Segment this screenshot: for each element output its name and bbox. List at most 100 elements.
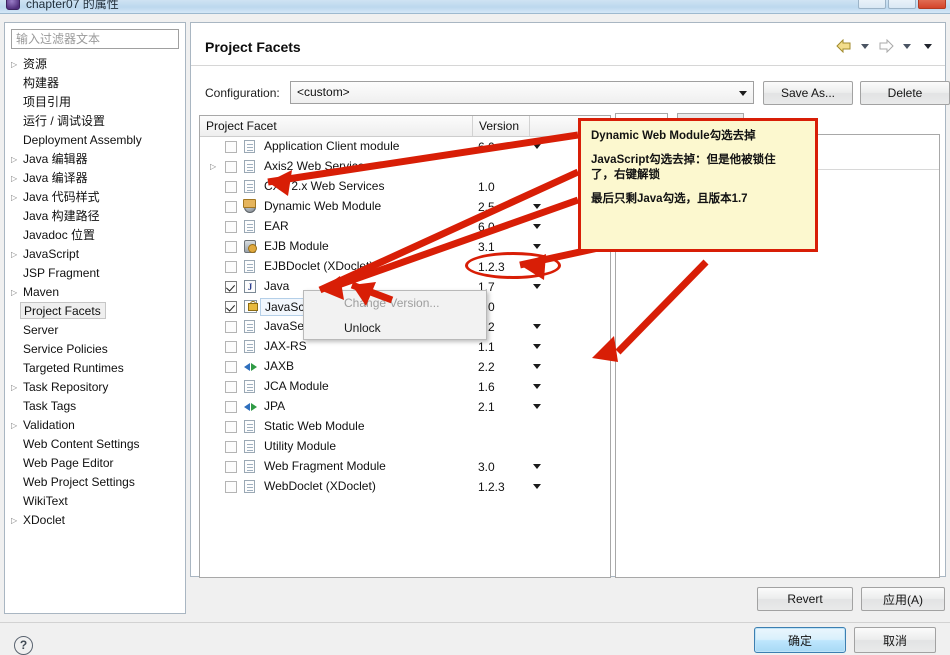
window-controls[interactable] bbox=[858, 0, 946, 9]
facet-name-cell[interactable]: Axis2 Web Services bbox=[260, 158, 374, 176]
facet-checkbox[interactable] bbox=[225, 261, 237, 273]
expand-arrow-icon[interactable]: ▷ bbox=[11, 169, 20, 188]
sidebar-item-web-project-settings[interactable]: Web Project Settings bbox=[5, 473, 185, 492]
sidebar-item-xdoclet[interactable]: ▷ XDoclet bbox=[5, 511, 185, 530]
expand-arrow-icon[interactable]: ▷ bbox=[11, 416, 20, 435]
facet-name-cell[interactable]: JCA Module bbox=[260, 378, 333, 396]
facet-checkbox[interactable] bbox=[225, 361, 237, 373]
expand-arrow-icon[interactable]: ▷ bbox=[11, 55, 20, 74]
page-nav-icons[interactable] bbox=[835, 37, 937, 55]
facet-checkbox[interactable] bbox=[225, 221, 237, 233]
facet-name-cell[interactable]: Application Client module bbox=[260, 138, 403, 156]
facet-name-cell[interactable]: JavaSe bbox=[260, 318, 308, 336]
facet-row[interactable]: JPA 2.1 bbox=[200, 397, 610, 417]
facet-name-cell[interactable]: Dynamic Web Module bbox=[260, 198, 385, 216]
version-dropdown-icon[interactable] bbox=[533, 224, 541, 229]
minimize-button[interactable] bbox=[858, 0, 886, 9]
sidebar-item-web-content-settings[interactable]: Web Content Settings bbox=[5, 435, 185, 454]
version-dropdown-icon[interactable] bbox=[533, 364, 541, 369]
sidebar-item-project-facets[interactable]: Project Facets bbox=[5, 302, 185, 321]
version-dropdown-icon[interactable] bbox=[533, 244, 541, 249]
revert-button[interactable]: Revert bbox=[757, 587, 853, 611]
version-dropdown-icon[interactable] bbox=[533, 284, 541, 289]
facet-name-cell[interactable]: Utility Module bbox=[260, 438, 340, 456]
facet-checkbox[interactable] bbox=[225, 401, 237, 413]
forward-arrow-icon[interactable] bbox=[877, 37, 895, 55]
sidebar-item-java[interactable]: ▷ Java 编辑器 bbox=[5, 150, 185, 169]
version-dropdown-icon[interactable] bbox=[533, 344, 541, 349]
help-icon[interactable]: ? bbox=[14, 636, 33, 655]
expand-arrow-icon[interactable]: ▷ bbox=[11, 188, 20, 207]
sidebar-item-[interactable]: ▷ 资源 bbox=[5, 55, 185, 74]
back-dropdown-icon[interactable] bbox=[856, 37, 874, 55]
forward-dropdown-icon[interactable] bbox=[898, 37, 916, 55]
facet-name-cell[interactable]: CXF 2.x Web Services bbox=[260, 178, 388, 196]
facet-checkbox[interactable] bbox=[225, 321, 237, 333]
column-header-version[interactable]: Version bbox=[473, 116, 529, 136]
facet-checkbox[interactable] bbox=[225, 341, 237, 353]
facet-name-cell[interactable]: EJBDoclet (XDoclet) bbox=[260, 258, 377, 276]
facet-checkbox[interactable] bbox=[225, 241, 237, 253]
facet-checkbox[interactable] bbox=[225, 381, 237, 393]
facet-row[interactable]: ▷ Axis2 Web Services bbox=[200, 157, 610, 177]
facet-context-menu[interactable]: Change Version... Unlock bbox=[303, 290, 487, 340]
facet-name-cell[interactable]: Web Fragment Module bbox=[260, 458, 390, 476]
facet-name-cell[interactable]: JPA bbox=[260, 398, 289, 416]
facet-name-cell[interactable]: EAR bbox=[260, 218, 293, 236]
settings-tree[interactable]: ▷ 资源 构建器 项目引用 运行 / 调试设置 Deployment Assembly ▷ J… bbox=[5, 55, 185, 530]
sidebar-item-jsp-fragment[interactable]: JSP Fragment bbox=[5, 264, 185, 283]
facet-name-cell[interactable]: Static Web Module bbox=[260, 418, 369, 436]
version-dropdown-icon[interactable] bbox=[533, 144, 541, 149]
version-dropdown-icon[interactable] bbox=[533, 384, 541, 389]
cancel-button[interactable]: 取消 bbox=[854, 627, 936, 653]
version-dropdown-icon[interactable] bbox=[533, 324, 541, 329]
facet-checkbox[interactable] bbox=[225, 181, 237, 193]
version-dropdown-icon[interactable] bbox=[533, 204, 541, 209]
facet-row[interactable]: Dynamic Web Module 2.5 bbox=[200, 197, 610, 217]
sidebar-item-javascript[interactable]: ▷ JavaScript bbox=[5, 245, 185, 264]
facet-row[interactable]: EJB Module 3.1 bbox=[200, 237, 610, 257]
facet-row[interactable]: JAXB 2.2 bbox=[200, 357, 610, 377]
facet-checkbox[interactable] bbox=[225, 201, 237, 213]
facet-checkbox[interactable] bbox=[225, 441, 237, 453]
expand-arrow-icon[interactable]: ▷ bbox=[11, 511, 20, 530]
context-menu-item[interactable]: Unlock bbox=[304, 316, 486, 341]
sidebar-item-deployment-assembly[interactable]: Deployment Assembly bbox=[5, 131, 185, 150]
sidebar-item-java[interactable]: ▷ Java 代码样式 bbox=[5, 188, 185, 207]
sidebar-item-targeted-runtimes[interactable]: Targeted Runtimes bbox=[5, 359, 185, 378]
window-title-bar[interactable]: chapter07 的属性 bbox=[0, 0, 950, 14]
sidebar-item-wikitext[interactable]: WikiText bbox=[5, 492, 185, 511]
version-dropdown-icon[interactable] bbox=[533, 484, 541, 489]
sidebar-item-maven[interactable]: ▷ Maven bbox=[5, 283, 185, 302]
sidebar-item-service-policies[interactable]: Service Policies bbox=[5, 340, 185, 359]
facet-name-cell[interactable]: EJB Module bbox=[260, 238, 333, 256]
sidebar-item-java[interactable]: ▷ Java 编译器 bbox=[5, 169, 185, 188]
expand-arrow-icon[interactable]: ▷ bbox=[11, 245, 20, 264]
facet-row[interactable]: CXF 2.x Web Services 1.0 bbox=[200, 177, 610, 197]
expand-arrow-icon[interactable]: ▷ bbox=[11, 150, 20, 169]
facet-name-cell[interactable]: JAXB bbox=[260, 358, 298, 376]
facet-row[interactable]: Static Web Module bbox=[200, 417, 610, 437]
facet-name-cell[interactable]: WebDoclet (XDoclet) bbox=[260, 478, 380, 496]
expand-arrow-icon[interactable]: ▷ bbox=[11, 283, 20, 302]
sidebar-item-web-page-editor[interactable]: Web Page Editor bbox=[5, 454, 185, 473]
maximize-button[interactable] bbox=[888, 0, 916, 9]
facet-name-cell[interactable]: Java bbox=[260, 278, 293, 296]
sidebar-item-javadoc[interactable]: Javadoc 位置 bbox=[5, 226, 185, 245]
facet-row[interactable]: JCA Module 1.6 bbox=[200, 377, 610, 397]
view-menu-icon[interactable] bbox=[919, 37, 937, 55]
facet-table[interactable]: Project Facet Version Application Client… bbox=[199, 115, 611, 578]
close-button[interactable] bbox=[918, 0, 946, 9]
version-dropdown-icon[interactable] bbox=[533, 464, 541, 469]
facet-row[interactable]: EAR 6.0 bbox=[200, 217, 610, 237]
save-as-button[interactable]: Save As... bbox=[763, 81, 853, 105]
version-dropdown-icon[interactable] bbox=[533, 404, 541, 409]
delete-button[interactable]: Delete bbox=[860, 81, 950, 105]
facet-checkbox[interactable] bbox=[225, 161, 237, 173]
sidebar-item-[interactable]: 构建器 bbox=[5, 74, 185, 93]
sidebar-item-task-tags[interactable]: Task Tags bbox=[5, 397, 185, 416]
ok-button[interactable]: 确定 bbox=[754, 627, 846, 653]
sidebar-item-[interactable]: 项目引用 bbox=[5, 93, 185, 112]
sidebar-item-java[interactable]: Java 构建路径 bbox=[5, 207, 185, 226]
facet-checkbox[interactable] bbox=[225, 421, 237, 433]
